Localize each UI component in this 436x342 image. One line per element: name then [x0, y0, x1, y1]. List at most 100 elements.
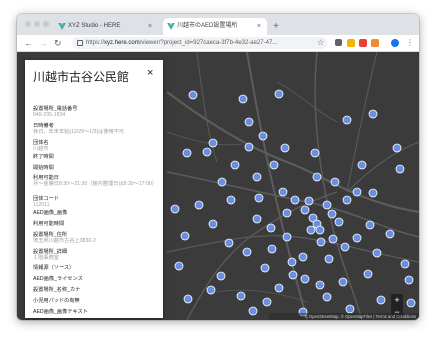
aed-marker[interactable] — [216, 271, 226, 281]
aed-marker[interactable] — [306, 225, 316, 235]
aed-marker[interactable] — [208, 219, 218, 229]
aed-marker[interactable] — [352, 233, 362, 243]
new-tab-button[interactable]: + — [273, 18, 279, 35]
aed-marker[interactable] — [392, 143, 402, 153]
aed-marker[interactable] — [342, 195, 352, 205]
bookmark-star-icon[interactable]: ☆ — [317, 36, 324, 50]
aed-marker[interactable] — [252, 214, 262, 224]
aed-marker[interactable] — [248, 306, 258, 316]
aed-marker[interactable] — [315, 225, 325, 235]
aed-marker[interactable] — [278, 187, 288, 197]
aed-marker[interactable] — [338, 277, 348, 287]
aed-marker[interactable] — [188, 90, 198, 100]
aed-marker[interactable] — [170, 204, 180, 214]
map-attribution[interactable]: © OpenStreetMap, © OpenMapTiles | Terms … — [269, 313, 419, 320]
extension-lightbulb-icon[interactable] — [347, 39, 355, 47]
aed-marker[interactable] — [310, 148, 320, 158]
aed-marker[interactable] — [298, 252, 308, 262]
aed-marker[interactable] — [300, 274, 310, 284]
window-maximize-dot[interactable] — [43, 21, 49, 27]
aed-marker[interactable] — [345, 304, 355, 314]
aed-marker[interactable] — [404, 275, 414, 285]
tab-aed[interactable]: 川越市のAED設置場所 × — [163, 18, 267, 35]
aed-marker[interactable] — [266, 223, 276, 233]
aed-marker[interactable] — [400, 259, 410, 269]
aed-marker[interactable] — [180, 231, 190, 241]
aed-marker[interactable] — [322, 292, 332, 302]
aed-marker[interactable] — [217, 177, 227, 187]
panel-field: 設置場所_詳細 １階事務室 — [33, 249, 159, 261]
aed-marker[interactable] — [385, 229, 395, 239]
window-minimize-dot[interactable] — [34, 21, 40, 27]
aed-marker[interactable] — [174, 261, 184, 271]
aed-marker[interactable] — [300, 205, 310, 215]
aed-marker[interactable] — [406, 298, 416, 308]
aed-marker[interactable] — [357, 160, 367, 170]
aed-marker[interactable] — [274, 89, 284, 99]
aed-marker[interactable] — [334, 217, 344, 227]
aed-marker[interactable] — [288, 270, 298, 280]
aed-marker[interactable] — [363, 269, 373, 279]
aed-marker[interactable] — [226, 195, 236, 205]
aed-marker[interactable] — [324, 254, 334, 264]
aed-marker[interactable] — [376, 295, 386, 305]
extension-red-icon[interactable] — [359, 39, 367, 47]
aed-marker[interactable] — [327, 209, 337, 219]
aed-marker[interactable] — [252, 172, 262, 182]
tab-close-icon[interactable]: × — [148, 18, 152, 35]
aed-marker[interactable] — [287, 257, 297, 267]
aed-marker[interactable] — [328, 234, 338, 244]
aed-marker[interactable] — [274, 283, 284, 293]
aed-marker[interactable] — [224, 238, 234, 248]
aed-marker[interactable] — [183, 294, 193, 304]
aed-marker[interactable] — [282, 232, 292, 242]
aed-marker[interactable] — [182, 148, 192, 158]
aed-marker[interactable] — [208, 138, 218, 148]
profile-avatar-icon[interactable] — [391, 39, 399, 47]
aed-marker[interactable] — [238, 94, 248, 104]
aed-marker[interactable] — [244, 117, 254, 127]
aed-marker[interactable] — [368, 109, 378, 119]
aed-marker[interactable] — [206, 285, 216, 295]
aed-marker[interactable] — [260, 263, 270, 273]
address-bar[interactable]: https://xyz.here.com/viewer/?project_id=… — [72, 37, 327, 49]
aed-marker[interactable] — [330, 177, 340, 187]
extension-orange-icon[interactable] — [371, 39, 379, 47]
back-button[interactable]: ← — [24, 36, 33, 50]
aed-marker[interactable] — [342, 115, 352, 125]
aed-marker[interactable] — [290, 195, 300, 205]
aed-marker[interactable] — [322, 200, 332, 210]
tab-xyz-studio[interactable]: XYZ Studio - HERE × — [54, 18, 158, 35]
aed-marker[interactable] — [312, 172, 322, 182]
aed-marker[interactable] — [316, 237, 326, 247]
tab-close-icon[interactable]: × — [257, 18, 261, 35]
aed-marker[interactable] — [230, 160, 240, 170]
aed-marker[interactable] — [267, 244, 277, 254]
aed-marker[interactable] — [194, 200, 204, 210]
zoom-in-button[interactable]: + — [391, 294, 403, 306]
menu-icon[interactable]: ⋮ — [406, 36, 414, 50]
aed-marker[interactable] — [315, 280, 325, 290]
aed-marker[interactable] — [340, 242, 350, 252]
aed-marker[interactable] — [254, 193, 264, 203]
aed-marker[interactable] — [236, 291, 246, 301]
cast-icon[interactable] — [335, 39, 342, 46]
aed-marker[interactable] — [269, 160, 279, 170]
aed-marker[interactable] — [395, 164, 405, 174]
aed-marker[interactable] — [304, 196, 314, 206]
aed-marker[interactable] — [242, 247, 252, 257]
aed-marker[interactable] — [244, 142, 254, 152]
aed-marker[interactable] — [280, 143, 290, 153]
aed-marker[interactable] — [372, 248, 382, 258]
aed-marker[interactable] — [352, 187, 362, 197]
aed-marker[interactable] — [258, 131, 268, 141]
forward-button[interactable]: → — [39, 36, 48, 50]
reload-button[interactable]: ↻ — [54, 36, 62, 50]
aed-marker[interactable] — [365, 220, 375, 230]
aed-marker[interactable] — [262, 297, 272, 307]
aed-marker[interactable] — [368, 188, 378, 198]
window-close-dot[interactable] — [25, 21, 31, 27]
panel-close-icon[interactable]: × — [147, 67, 153, 79]
aed-marker[interactable] — [202, 147, 212, 157]
aed-marker[interactable] — [282, 208, 292, 218]
